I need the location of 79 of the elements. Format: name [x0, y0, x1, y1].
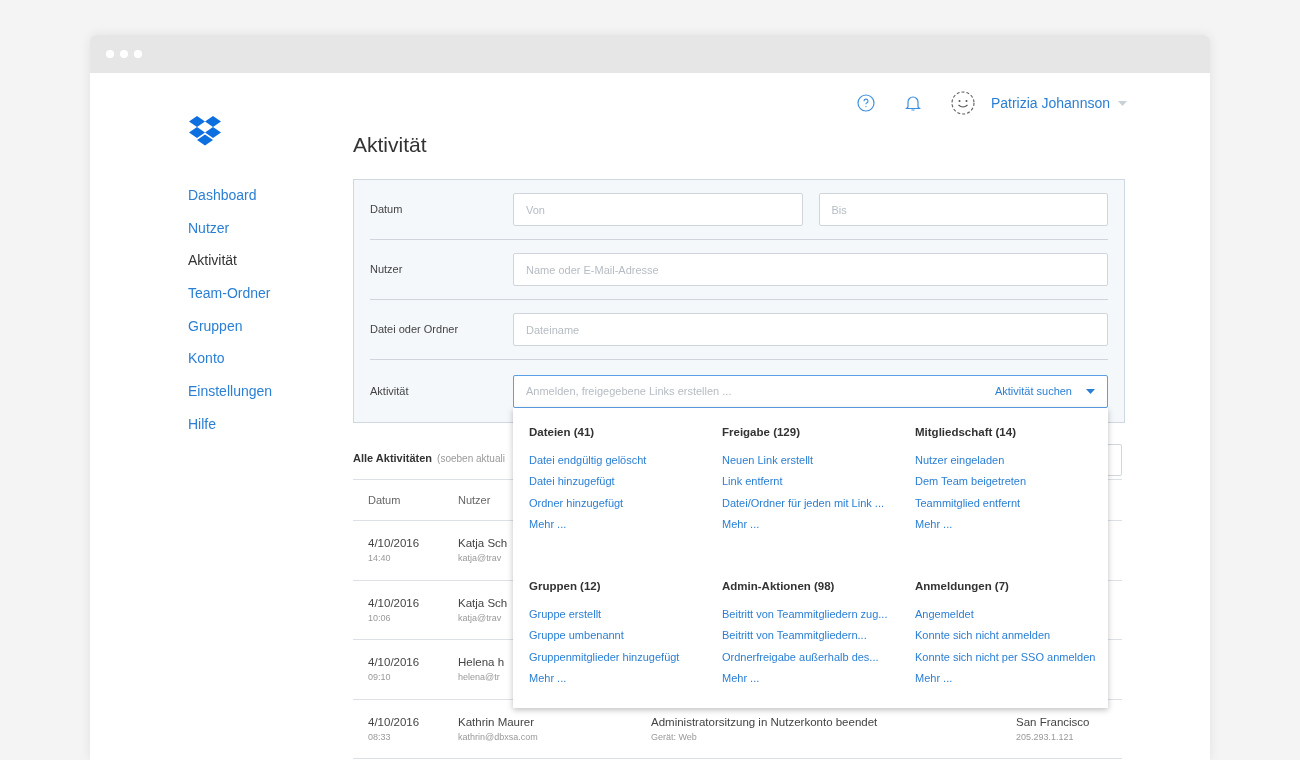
table-cell-text: katja@trav [458, 611, 502, 625]
activity-link[interactable]: Angemeldet [915, 603, 974, 625]
group-heading: Mitgliedschaft (14) [915, 424, 1017, 440]
table-cell-text: kathrin@dbxsa.com [458, 730, 538, 744]
help-icon[interactable] [856, 94, 875, 112]
user-menu[interactable]: Patrizia Johannson [990, 92, 1127, 114]
sidebar-item[interactable]: Nutzer [188, 211, 353, 245]
activity-link[interactable]: Dem Team beigetreten [915, 471, 1027, 493]
input-field[interactable]: Bis [818, 193, 1108, 226]
field-label: Aktivität [370, 383, 410, 399]
activity-link[interactable]: Mehr ... [529, 514, 567, 536]
activity-link[interactable]: Nutzer eingeladen [915, 449, 1005, 471]
sidebar-item[interactable]: Team-Ordner [188, 277, 353, 310]
activity-link[interactable]: Datei endgültig gelöscht [529, 449, 647, 471]
bell-icon[interactable] [904, 94, 921, 112]
update-note: (soeben aktuali [437, 451, 505, 466]
input-field[interactable]: Name oder E-Mail-Adresse [513, 253, 1108, 286]
table-cell-text: Kathrin Maurer [458, 714, 535, 730]
activity-link[interactable]: Mehr ... [722, 514, 760, 536]
activity-link[interactable]: Mehr ... [529, 668, 567, 690]
activity-link[interactable]: Konnte sich nicht per SSO anmelden [915, 646, 1096, 668]
sidebar-item[interactable]: Hilfe [188, 407, 353, 441]
search-action-link[interactable]: Aktivität suchen [994, 382, 1072, 400]
table-cell-text: 4/10/2016 [368, 714, 421, 730]
table-cell-text: Helena h [458, 655, 505, 670]
table-cell: helena@tr [458, 671, 500, 685]
table-cell-text: 4/10/2016 [368, 595, 421, 611]
table-cell-text: 10:06 [368, 611, 392, 625]
sidebar-item[interactable]: Konto [188, 342, 353, 376]
table-cell: katja@trav [458, 552, 502, 566]
field-label: Nutzer [370, 262, 404, 278]
group-heading: Admin-Aktionen (98) [722, 578, 836, 594]
table-cell-text: Gerät: Web [651, 730, 697, 744]
activity-link[interactable]: Ordner hinzugefügt [529, 492, 624, 514]
sidebar-item[interactable]: Einstellungen [188, 375, 353, 408]
column-header: Datum [368, 492, 402, 508]
table-cell-text: 205.293.1.121 [1016, 730, 1074, 744]
activity-search-field[interactable]: Anmelden, freigegebene Links erstellen ... Aktivität suchen [513, 374, 1108, 408]
activity-link[interactable]: Mehr ... [915, 668, 953, 690]
activity-link[interactable]: Teammitglied entfernt [915, 492, 1021, 514]
activity-link[interactable]: Mehr ... [722, 668, 760, 690]
activity-link[interactable]: Ordnerfreigabe außerhalb des... [722, 646, 879, 668]
activity-link[interactable]: Gruppe umbenannt [529, 625, 624, 647]
activity-link[interactable]: Konnte sich nicht anmelden [915, 625, 1051, 647]
group-heading: Anmeldungen (7) [915, 578, 1010, 594]
caret-icon[interactable] [1086, 388, 1095, 394]
activity-link[interactable]: Gruppe erstellt [529, 603, 602, 625]
group-heading: Gruppen (12) [529, 578, 602, 594]
table-cell-text: 14:40 [368, 552, 392, 566]
avatar-icon[interactable] [950, 91, 975, 115]
activity-link[interactable]: Gruppenmitglieder hinzugefügt [529, 646, 680, 668]
activity-link[interactable]: Datei/Ordner für jeden mit Link ... [722, 492, 884, 514]
table-cell-text: San Francisco [1016, 714, 1090, 730]
table-cell-text: Katja Sch [458, 536, 508, 551]
caret-icon [1118, 100, 1127, 106]
table-cell-text: Katja Sch [458, 595, 508, 611]
table-cell-text: 09:10 [368, 671, 392, 685]
page-title: Aktivität [353, 132, 428, 158]
sidebar-item[interactable]: Dashboard [188, 179, 353, 212]
table-cell-text: Administratorsitzung in Nutzerkonto beendet [651, 714, 878, 730]
input-field[interactable]: Von [513, 193, 803, 226]
group-heading: Dateien (41) [529, 424, 596, 440]
activity-link[interactable]: Beitritt von Teammitgliedern... [722, 625, 867, 647]
activity-link[interactable]: Neuen Link erstellt [722, 449, 814, 471]
group-heading: Freigabe (129) [722, 424, 801, 440]
sidebar-item[interactable]: Gruppen [188, 309, 353, 343]
activity-link[interactable]: Datei hinzugefügt [529, 471, 615, 493]
table-cell-text: 4/10/2016 [368, 655, 421, 670]
activity-link[interactable]: Beitritt von Teammitgliedern zug... [722, 603, 888, 625]
activity-link[interactable]: Link entfernt [722, 471, 783, 493]
activity-link[interactable]: Mehr ... [915, 514, 953, 536]
sidebar-item[interactable]: Aktivität [188, 244, 353, 278]
table-cell-text: 4/10/2016 [368, 536, 421, 551]
column-header: Nutzer [458, 492, 491, 508]
table-title: Alle Aktivitäten [353, 450, 433, 466]
field-label: Datum [370, 202, 404, 218]
field-label: Datei oder Ordner [370, 322, 460, 338]
table-cell-text: 08:33 [368, 730, 392, 744]
input-field[interactable]: Dateiname [513, 313, 1108, 346]
